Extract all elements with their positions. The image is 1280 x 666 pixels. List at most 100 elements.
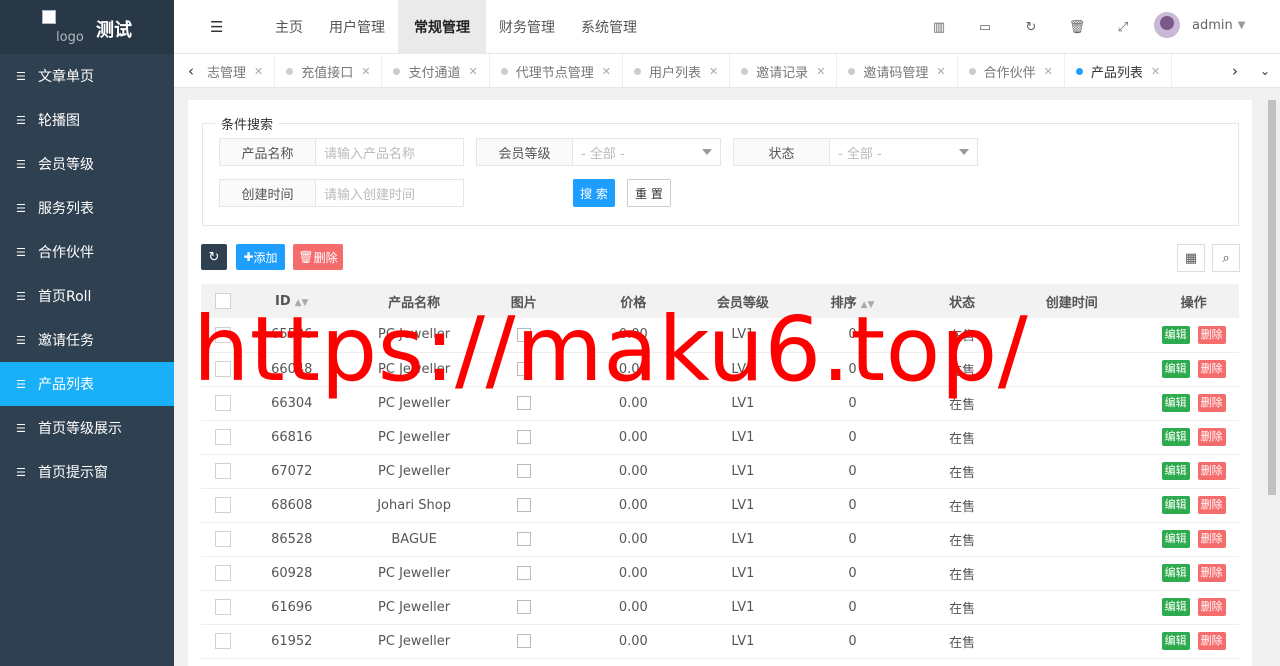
caret-down-icon[interactable]: ▼ <box>1238 20 1246 31</box>
broken-image-icon[interactable] <box>516 498 531 512</box>
top-nav-item[interactable]: 主页 <box>262 0 316 54</box>
row-delete-button[interactable]: 删除 <box>1197 360 1226 378</box>
tab[interactable]: 产品列表 ✕ <box>1065 54 1173 88</box>
close-icon[interactable]: ✕ <box>1151 65 1160 78</box>
sidebar-item[interactable]: ☰ 首页提示窗 <box>0 450 174 494</box>
broken-image-icon[interactable] <box>516 566 531 580</box>
row-delete-button[interactable]: 删除 <box>1197 496 1226 514</box>
tab[interactable]: 邀请码管理 ✕ <box>837 54 958 88</box>
close-icon[interactable]: ✕ <box>254 65 263 78</box>
close-icon[interactable]: ✕ <box>468 65 477 78</box>
row-delete-button[interactable]: 删除 <box>1197 462 1226 480</box>
row-checkbox[interactable] <box>215 429 232 445</box>
row-checkbox[interactable] <box>215 497 232 513</box>
sidebar-item[interactable]: ☰ 服务列表 <box>0 186 174 230</box>
tab[interactable]: 充值接口 ✕ <box>275 54 383 88</box>
table-row[interactable]: 86528 BAGUE 0.00 LV1 0 在售 编辑 删除 <box>201 522 1239 557</box>
table-row[interactable]: 60928 PC Jeweller 0.00 LV1 0 在售 编辑 删除 <box>201 556 1239 591</box>
columns-icon[interactable]: ▦ <box>1177 244 1205 272</box>
bar-chart-icon[interactable]: ▥ <box>916 20 962 35</box>
scrollbar[interactable] <box>1266 100 1278 666</box>
row-delete-button[interactable]: 删除 <box>1197 325 1226 344</box>
top-nav-item[interactable]: 财务管理 <box>486 0 568 54</box>
row-checkbox[interactable] <box>215 463 232 479</box>
row-delete-button[interactable]: 删除 <box>1197 564 1226 582</box>
refresh-icon[interactable]: ↻ <box>1008 20 1054 35</box>
close-icon[interactable]: ✕ <box>361 65 370 78</box>
sidebar-item[interactable]: ☰ 产品列表 <box>0 362 174 406</box>
table-row[interactable]: 67072 PC Jeweller 0.00 LV1 0 在售 编辑 删除 <box>201 454 1239 489</box>
row-delete-button[interactable]: 删除 <box>1197 598 1226 616</box>
reset-button[interactable]: 重 置 <box>627 179 671 207</box>
row-delete-button[interactable]: 删除 <box>1197 428 1226 446</box>
broken-image-icon[interactable] <box>516 464 531 478</box>
broken-image-icon[interactable] <box>516 430 531 444</box>
top-nav-item[interactable]: 系统管理 <box>568 0 650 54</box>
edit-button[interactable]: 编辑 <box>1161 530 1190 548</box>
tab[interactable]: 邀请记录 ✕ <box>730 54 838 88</box>
add-button[interactable]: ✚ 添加 <box>236 244 285 270</box>
chevron-left-icon[interactable]: ‹ <box>176 54 206 88</box>
credit-card-icon[interactable]: ▭ <box>962 20 1008 35</box>
row-delete-button[interactable]: 删除 <box>1197 394 1226 412</box>
edit-button[interactable]: 编辑 <box>1161 394 1190 412</box>
user-menu[interactable]: admin ▼ <box>1154 12 1245 38</box>
broken-image-icon[interactable] <box>516 600 531 614</box>
refresh-button[interactable]: ↻ <box>201 244 227 270</box>
close-icon[interactable]: ✕ <box>709 65 718 78</box>
fullscreen-icon[interactable]: ⤢ <box>1100 20 1146 35</box>
tab[interactable]: 合作伙伴 ✕ <box>958 54 1065 88</box>
sidebar-item[interactable]: ☰ 合作伙伴 <box>0 230 174 274</box>
edit-button[interactable]: 编辑 <box>1161 632 1190 650</box>
table-row[interactable]: 61696 PC Jeweller 0.00 LV1 0 在售 编辑 删除 <box>201 590 1239 625</box>
tab[interactable]: 代理节点管理 ✕ <box>490 54 623 88</box>
sidebar-item[interactable]: ☰ 首页等级展示 <box>0 406 174 450</box>
row-checkbox[interactable] <box>215 599 232 615</box>
table-row[interactable]: 68608 Johari Shop 0.00 LV1 0 在售 编辑 删除 <box>201 488 1239 523</box>
sidebar-item[interactable]: ☰ 首页Roll <box>0 274 174 318</box>
delete-button[interactable]: 🗑 删除 <box>293 244 343 270</box>
edit-button[interactable]: 编辑 <box>1161 428 1190 446</box>
edit-button[interactable]: 编辑 <box>1161 598 1190 616</box>
row-delete-button[interactable]: 删除 <box>1197 530 1226 548</box>
tab[interactable]: 日志管理 ✕ <box>206 54 276 88</box>
row-delete-button[interactable]: 删除 <box>1197 632 1226 650</box>
top-nav-item[interactable]: 常规管理 <box>398 0 486 54</box>
edit-button[interactable]: 编辑 <box>1161 496 1190 514</box>
menu-toggle-icon[interactable]: ☰ <box>210 18 223 36</box>
sidebar-item[interactable]: ☰ 邀请任务 <box>0 318 174 362</box>
avatar[interactable] <box>1154 12 1180 38</box>
close-icon[interactable]: ✕ <box>602 65 611 78</box>
chevron-down-icon[interactable]: ⌄ <box>1250 54 1280 88</box>
row-checkbox[interactable] <box>215 633 232 649</box>
product-name-input[interactable]: 请输入产品名称 <box>316 139 463 165</box>
tab[interactable]: 用户列表 ✕ <box>623 54 731 88</box>
row-checkbox[interactable] <box>215 565 232 581</box>
table-row[interactable]: 66816 PC Jeweller 0.00 LV1 0 在售 编辑 删除 <box>201 420 1239 455</box>
trash-icon[interactable]: 🗑 <box>1054 20 1100 35</box>
member-level-select[interactable]: - 全部 - <box>573 139 720 165</box>
sidebar-item[interactable]: ☰ 会员等级 <box>0 142 174 186</box>
table-row[interactable]: 61952 PC Jeweller 0.00 LV1 0 在售 编辑 删除 <box>201 624 1239 659</box>
edit-button[interactable]: 编辑 <box>1161 564 1190 582</box>
scrollbar-thumb[interactable] <box>1268 100 1276 495</box>
edit-button[interactable]: 编辑 <box>1161 325 1190 344</box>
close-icon[interactable]: ✕ <box>936 65 945 78</box>
broken-image-icon[interactable] <box>516 532 531 546</box>
broken-image-icon[interactable] <box>516 634 531 648</box>
edit-button[interactable]: 编辑 <box>1161 360 1190 378</box>
edit-button[interactable]: 编辑 <box>1161 462 1190 480</box>
close-icon[interactable]: ✕ <box>816 65 825 78</box>
username[interactable]: admin <box>1192 18 1233 33</box>
status-select[interactable]: - 全部 - <box>830 139 977 165</box>
search-button[interactable]: 搜 索 <box>573 179 615 207</box>
sidebar-item[interactable]: ☰ 轮播图 <box>0 98 174 142</box>
sidebar-item[interactable]: ☰ 文章单页 <box>0 54 174 98</box>
chevron-right-icon[interactable]: › <box>1220 54 1250 88</box>
create-time-input[interactable]: 请输入创建时间 <box>316 180 463 206</box>
close-icon[interactable]: ✕ <box>1044 65 1053 78</box>
row-checkbox[interactable] <box>215 531 232 547</box>
tab[interactable]: 支付通道 ✕ <box>382 54 490 88</box>
search-icon[interactable]: ⌕ <box>1212 244 1240 272</box>
top-nav-item[interactable]: 用户管理 <box>316 0 398 54</box>
